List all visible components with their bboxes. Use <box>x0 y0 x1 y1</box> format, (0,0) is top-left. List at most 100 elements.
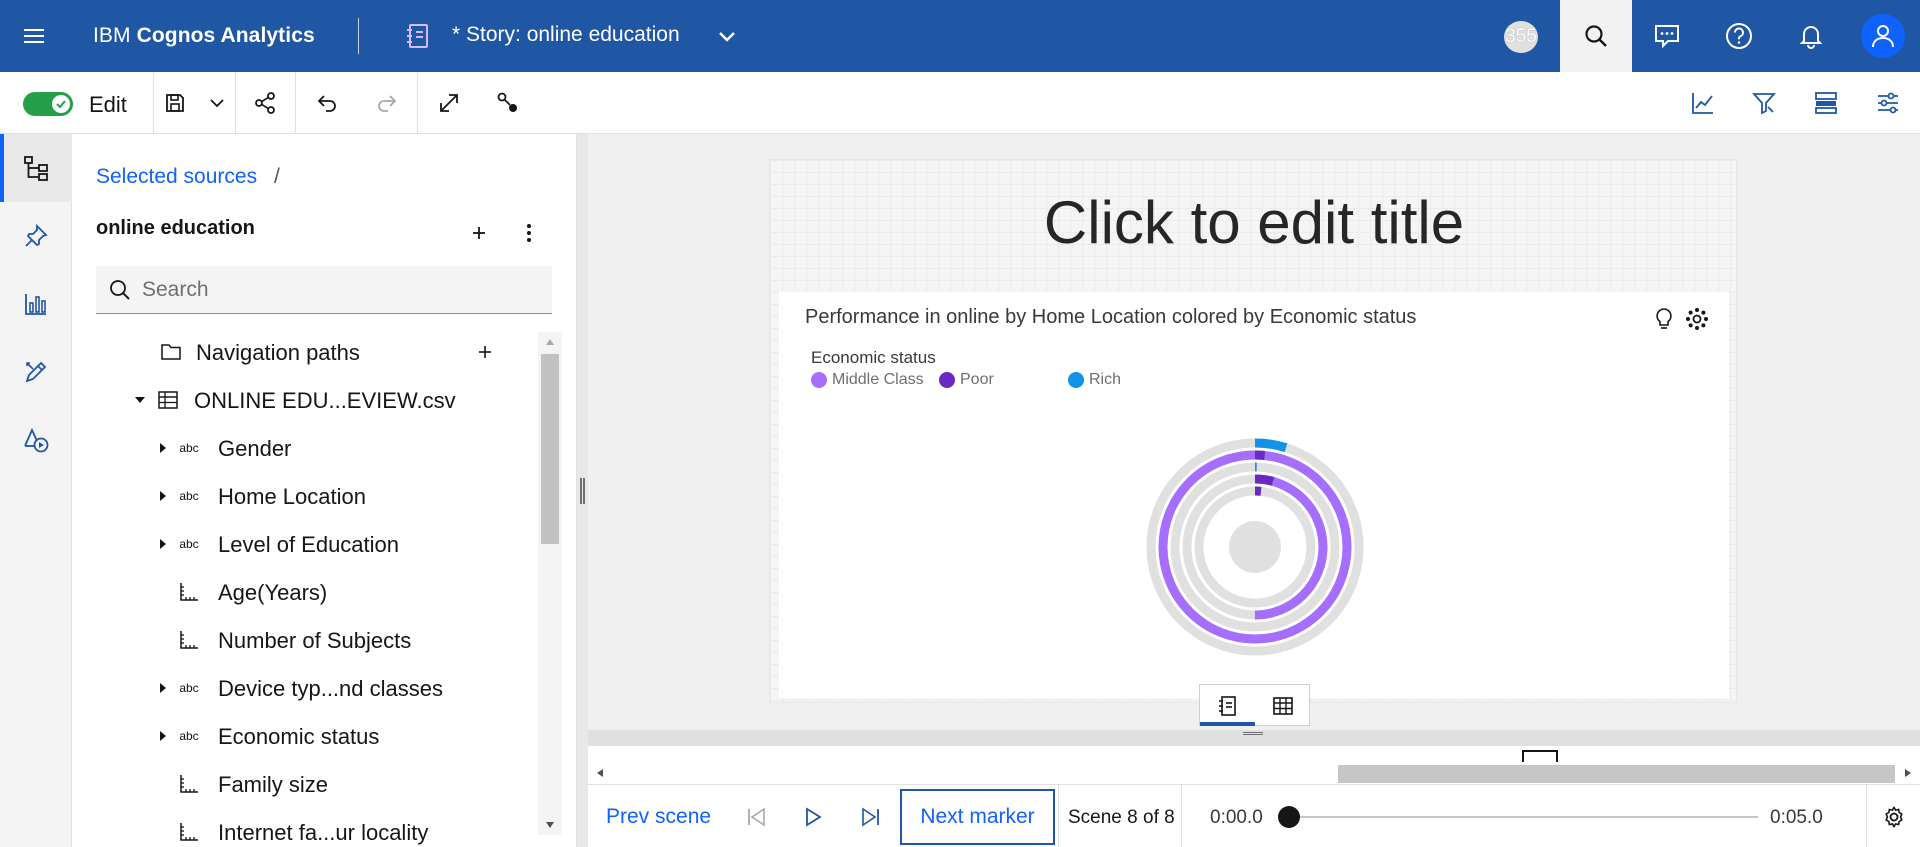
toolbar-divider <box>417 72 418 134</box>
visualization-title[interactable]: Performance in online by Home Location c… <box>805 306 1416 329</box>
layout-button[interactable] <box>1808 85 1844 121</box>
add-source-button[interactable] <box>464 218 494 248</box>
overflow-menu-button[interactable] <box>514 218 544 248</box>
legend-item-poor[interactable]: Poor <box>939 371 994 389</box>
chart-line-icon <box>1692 93 1713 114</box>
maximize-icon <box>440 94 458 112</box>
caret-right-icon[interactable] <box>155 680 171 696</box>
plus-icon <box>473 227 485 239</box>
story-title[interactable]: * Story: online education <box>452 23 680 47</box>
panel-resize-handle[interactable] <box>577 134 588 847</box>
chevron-down-icon[interactable] <box>712 22 742 52</box>
tree-item[interactable]: abc Device typ...nd classes <box>72 666 532 712</box>
visualization-button[interactable] <box>1685 85 1721 121</box>
notification-icon[interactable] <box>1793 18 1829 54</box>
toolbar-divider <box>235 72 236 134</box>
play-icon[interactable] <box>797 801 829 833</box>
rail-data-sources[interactable] <box>0 134 72 202</box>
visualization-widget[interactable]: Performance in online by Home Location c… <box>779 292 1729 698</box>
undo-button[interactable] <box>309 85 345 121</box>
playback-settings-icon[interactable] <box>1880 803 1908 831</box>
user-icon <box>1872 25 1894 48</box>
timeline-slider-track[interactable] <box>1288 816 1758 818</box>
caret-right-icon[interactable] <box>155 440 171 456</box>
measure-ruler-icon <box>176 579 202 605</box>
tree-item[interactable]: abc Level of Education <box>72 522 532 568</box>
bar-chart-icon <box>25 294 46 315</box>
rail-pins[interactable] <box>0 202 72 270</box>
legend-item-rich[interactable]: Rich <box>1068 371 1121 389</box>
timeline-marker[interactable] <box>1522 750 1558 762</box>
search-input[interactable] <box>142 266 542 313</box>
resize-grip <box>580 478 585 504</box>
relationships-button[interactable] <box>490 85 526 121</box>
fullscreen-button[interactable] <box>431 85 467 121</box>
prev-scene-button[interactable]: Prev scene <box>606 805 711 829</box>
tree-item[interactable]: Age(Years) <box>72 570 532 616</box>
lightbulb-icon[interactable] <box>1651 306 1677 332</box>
tree-item-label: Number of Subjects <box>218 628 412 653</box>
legend-item-middle-class[interactable]: Middle Class <box>811 371 924 389</box>
scrollbar-thumb[interactable] <box>1338 765 1895 783</box>
scroll-right-arrow-icon[interactable] <box>1900 765 1916 781</box>
story-icon <box>1218 695 1236 716</box>
scrollbar-thumb[interactable] <box>541 354 559 544</box>
filter-icon <box>1751 93 1777 115</box>
user-avatar[interactable] <box>1861 14 1905 58</box>
rail-animation[interactable] <box>0 406 72 474</box>
tree-item[interactable]: Internet fa...ur locality <box>72 810 532 847</box>
skip-to-start-icon[interactable] <box>740 801 772 833</box>
caret-right-icon[interactable] <box>155 536 171 552</box>
edit-mode-toggle[interactable] <box>23 92 73 116</box>
search-icon <box>1585 25 1607 47</box>
plus-icon[interactable] <box>472 339 498 365</box>
tree-item-label: Device typ...nd classes <box>218 676 443 701</box>
timeline-slider-handle[interactable] <box>1278 806 1300 828</box>
story-view-button[interactable] <box>1200 685 1255 726</box>
share-button[interactable] <box>247 85 283 121</box>
tree-item[interactable]: abc Gender <box>72 426 532 472</box>
grid-view-button[interactable] <box>1255 685 1310 726</box>
scroll-down-arrow-icon[interactable] <box>538 815 562 835</box>
filter-button[interactable] <box>1746 85 1782 121</box>
scroll-left-arrow-icon[interactable] <box>592 765 608 781</box>
tree-item[interactable]: Number of Subjects <box>72 618 532 664</box>
tree-item[interactable]: ONLINE EDU...EVIEW.csv <box>72 378 532 424</box>
caret-right-icon[interactable] <box>155 488 171 504</box>
chat-icon[interactable] <box>1649 18 1685 54</box>
radial-bar-chart[interactable] <box>1140 432 1370 662</box>
search-box <box>96 266 552 314</box>
table-icon <box>155 387 181 413</box>
menu-icon[interactable] <box>14 18 54 54</box>
tree-item[interactable]: abc Home Location <box>72 474 532 520</box>
app-brand[interactable]: IBM Cognos Analytics <box>93 24 315 48</box>
timeline-scrollbar[interactable] <box>588 762 1920 784</box>
timeline-resize-handle[interactable] <box>588 730 1920 746</box>
tree-item-label: ONLINE EDU...EVIEW.csv <box>194 388 456 413</box>
redo-button[interactable] <box>369 85 405 121</box>
visualization-settings-icon[interactable] <box>1684 306 1710 332</box>
breadcrumb-selected-sources[interactable]: Selected sources <box>96 165 257 189</box>
shapes-play-icon <box>24 427 49 453</box>
tree-item[interactable]: abc Economic status <box>72 714 532 760</box>
rail-assets[interactable] <box>0 338 72 406</box>
scene-counter: Scene 8 of 8 <box>1068 807 1175 828</box>
rail-visualizations[interactable] <box>0 270 72 338</box>
next-marker-button[interactable]: Next marker <box>900 789 1055 845</box>
scene-title[interactable]: Click to edit title <box>770 188 1738 257</box>
skip-to-end-icon[interactable] <box>855 801 887 833</box>
notification-badge[interactable]: 355 <box>1504 21 1538 53</box>
tree-item-label: Family size <box>218 772 329 797</box>
tree-item[interactable]: Navigation paths <box>72 330 532 376</box>
save-options-chevron-icon[interactable] <box>199 85 235 121</box>
tree-scrollbar[interactable] <box>538 332 562 835</box>
caret-down-icon[interactable] <box>132 392 148 408</box>
caret-right-icon[interactable] <box>155 728 171 744</box>
scroll-up-arrow-icon[interactable] <box>538 332 562 352</box>
tree-item[interactable]: Family size <box>72 762 532 808</box>
properties-button[interactable] <box>1870 85 1906 121</box>
help-icon[interactable] <box>1721 18 1757 54</box>
save-button[interactable] <box>157 85 193 121</box>
overflow-menu-icon <box>527 224 531 242</box>
search-button[interactable] <box>1560 0 1632 72</box>
